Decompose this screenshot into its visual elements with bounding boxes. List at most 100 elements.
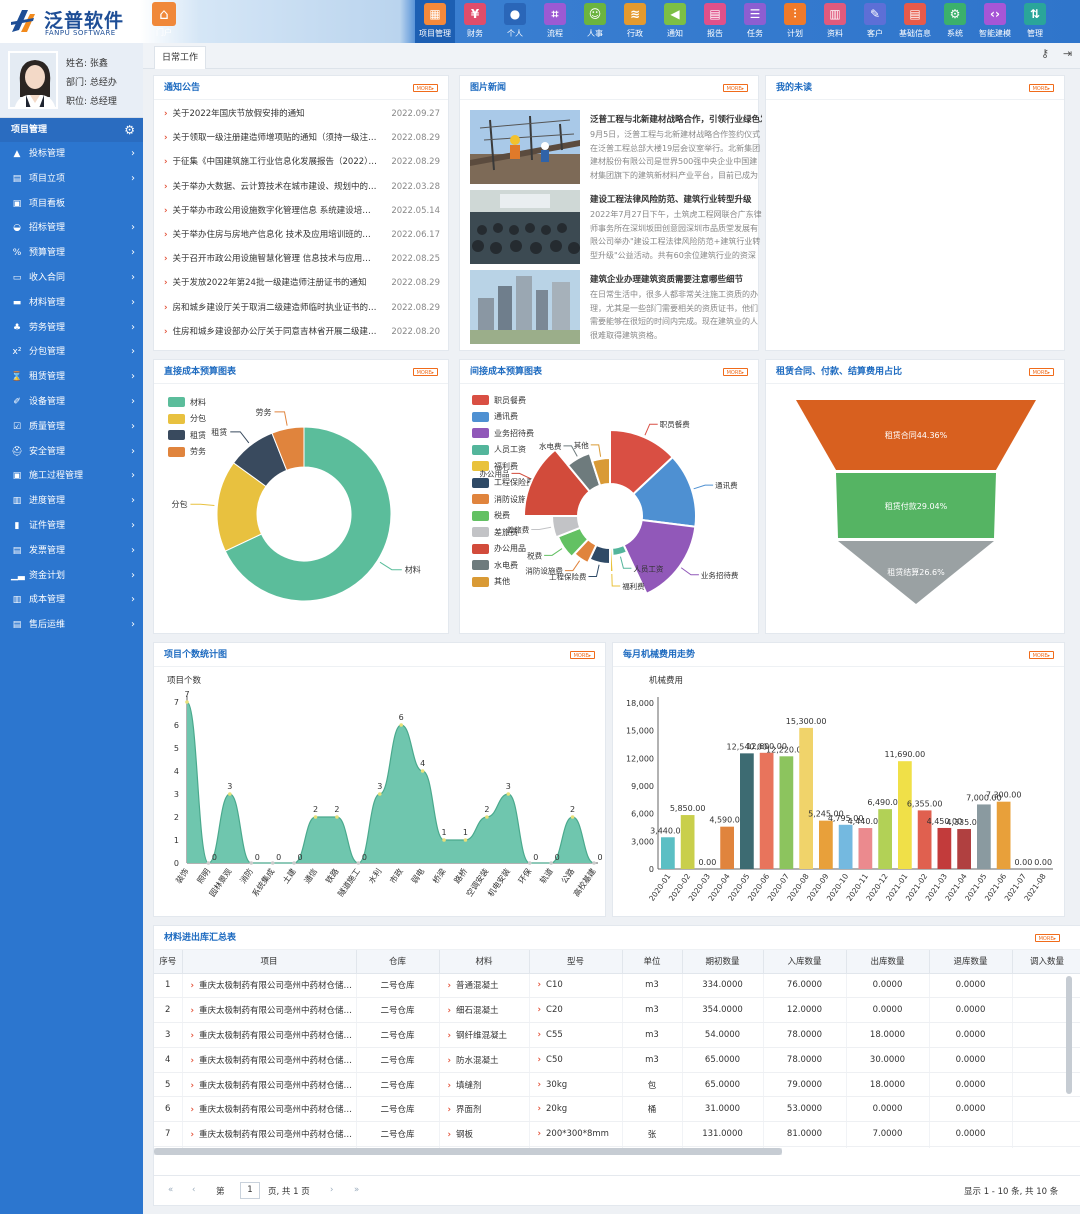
sidebar-item[interactable]: % 预算管理 › bbox=[0, 241, 143, 266]
nav-admin[interactable]: ≋ 行政 bbox=[615, 0, 655, 43]
column-header[interactable]: 入库数量 bbox=[763, 950, 847, 974]
sidebar-item[interactable]: ✐ 设备管理 › bbox=[0, 390, 143, 415]
more-button[interactable]: MORE▸ bbox=[1028, 651, 1054, 659]
leader-line bbox=[190, 503, 215, 507]
column-header[interactable]: 期初数量 bbox=[682, 950, 764, 974]
more-button[interactable]: MORE▸ bbox=[412, 84, 438, 92]
notice-item[interactable]: 关于领取一级注册建造师增项贴的通知（须持一级注册建造师证书） 2022.08.29 bbox=[164, 126, 440, 150]
sidebar-item[interactable]: ▤ 发票管理 › bbox=[0, 539, 143, 564]
home-portal-button[interactable]: ⌂ 门户 bbox=[150, 2, 178, 40]
key-icon[interactable]: ⚷ bbox=[1041, 47, 1049, 60]
nav-info[interactable]: ▤ 基础信息 bbox=[895, 0, 935, 43]
more-button[interactable]: MORE▸ bbox=[1034, 934, 1060, 942]
table-row[interactable]: 6重庆太极制药有限公司亳州中药材仓储物流二号仓库界面剂20kg桶31.00005… bbox=[154, 1096, 1080, 1123]
column-header[interactable]: 退库数量 bbox=[929, 950, 1013, 974]
more-button[interactable]: MORE▸ bbox=[569, 651, 595, 659]
tab-daily-work[interactable]: 日常工作 bbox=[154, 46, 207, 69]
sidebar-item[interactable]: ▣ 项目看板 bbox=[0, 192, 143, 217]
notice-date: 2022.08.25 bbox=[391, 254, 440, 265]
notice-item[interactable]: 关于举办住房与房地产信息化 技术及应用培训班的通知 2022.06.17 bbox=[164, 223, 440, 247]
nav-docs[interactable]: ▥ 资料 bbox=[815, 0, 855, 43]
sidebar-item[interactable]: ▭ 收入合同 › bbox=[0, 266, 143, 291]
sidebar-item[interactable]: ▤ 项目立项 › bbox=[0, 167, 143, 192]
gear-icon[interactable]: ⚙ bbox=[124, 118, 135, 142]
notice-item[interactable]: 关于召开市政公用设施智慧化管理 信息技术与应用研讨会 2022.08.25 bbox=[164, 247, 440, 271]
notice-item[interactable]: 于征集《中国建筑施工行业信息化发展报告（2022）》案例的通知 2022.08.2… bbox=[164, 150, 440, 174]
column-header[interactable]: 材料 bbox=[439, 950, 530, 974]
next-page-button[interactable]: › bbox=[330, 1185, 333, 1195]
nav-plan[interactable]: ⫶ 计划 bbox=[775, 0, 815, 43]
prev-page-button[interactable]: ‹ bbox=[192, 1185, 195, 1195]
column-header[interactable]: 单位 bbox=[622, 950, 683, 974]
nav-report[interactable]: ▤ 报告 bbox=[695, 0, 735, 43]
table-row[interactable]: 2重庆太极制药有限公司亳州中药材仓储物流二号仓库细石混凝土C20m3354.00… bbox=[154, 997, 1080, 1024]
indirect-cost-panel: 间接成本预算图表 MORE▸ 职员餐费 通讯费 业务招待费 人员工资 福利费 工程保险费 消防… bbox=[459, 359, 759, 634]
notice-item[interactable]: 关于举办大数据、云计算技术在城市建设、规划中的应用培训 2022.03.28 bbox=[164, 175, 440, 199]
notice-item[interactable]: 关于举办市政公用设施数字化管理信息 系统建设培训班的通知 2022.05.14 bbox=[164, 199, 440, 223]
nav-task[interactable]: ☰ 任务 bbox=[735, 0, 775, 43]
sidebar-item[interactable]: ▁▃ 资金计划 › bbox=[0, 564, 143, 589]
column-header[interactable]: 仓库 bbox=[356, 950, 440, 974]
sidebar-item[interactable]: ⌛ 租赁管理 › bbox=[0, 365, 143, 390]
logout-icon[interactable]: ⇥ bbox=[1063, 47, 1072, 60]
sidebar-item[interactable]: ▣ 施工过程管理 › bbox=[0, 464, 143, 489]
last-page-button[interactable]: » bbox=[354, 1185, 359, 1195]
table-row[interactable]: 5重庆太极制药有限公司亳州中药材仓储物流二号仓库填缝剂30kg包65.00007… bbox=[154, 1072, 1080, 1098]
more-button[interactable]: MORE▸ bbox=[412, 368, 438, 376]
nav-customer[interactable]: ✎ 客户 bbox=[855, 0, 895, 43]
nav-hr[interactable]: ☺ 人事 bbox=[575, 0, 615, 43]
notice-item[interactable]: 关于2022年国庆节放假安排的通知 2022.09.27 bbox=[164, 102, 440, 126]
sidebar-item[interactable]: ▲ 投标管理 › bbox=[0, 142, 143, 167]
bar-value-label: 0.00 bbox=[1014, 858, 1032, 867]
news-item[interactable]: 建设工程法律风险防范、建筑行业转型升级 2022年7月27日下午，土筑虎工程网联… bbox=[470, 190, 762, 264]
news-item[interactable]: 建筑企业办理建筑资质需要注意哪些细节 在日常生活中，很多人都非常关注施工资质的办… bbox=[470, 270, 760, 344]
table-row[interactable]: 3重庆太极制药有限公司亳州中药材仓储物流二号仓库钢纤维混凝土C55m354.00… bbox=[154, 1022, 1080, 1048]
nav-person[interactable]: ● 个人 bbox=[495, 0, 535, 43]
news-item[interactable]: 泛普工程与北新建材战略合作，引领行业绿色发展 9月5日，泛普工程与北新建材战略合… bbox=[470, 110, 762, 184]
profile-dept: 部门: 总经办 bbox=[66, 78, 117, 88]
sidebar-item-label: 租赁管理 bbox=[29, 372, 66, 383]
news-summary: 9月5日，泛普工程与北新建材战略合作签约仪式在泛普工程总部大楼19层会议室举行。… bbox=[590, 130, 761, 180]
more-button[interactable]: MORE▸ bbox=[1028, 368, 1054, 376]
sidebar-item[interactable]: ▤ 售后运维 › bbox=[0, 613, 143, 638]
more-button[interactable]: MORE▸ bbox=[722, 368, 748, 376]
horizontal-scrollbar[interactable] bbox=[154, 1148, 782, 1155]
notice-date: 2022.09.27 bbox=[391, 109, 440, 119]
vertical-scrollbar[interactable] bbox=[1066, 976, 1072, 1094]
sidebar-item[interactable]: ▮ 证件管理 › bbox=[0, 514, 143, 539]
nav-manage[interactable]: ⇅ 管理 bbox=[1015, 0, 1055, 43]
notice-item[interactable]: 关于发放2022年第24批一级建造师注册证书的通知 2022.08.29 bbox=[164, 271, 440, 295]
notice-item[interactable]: 住房和城乡建设部办公厅关于同意吉林省开展二级建造师电子证照 2022.08.20 bbox=[164, 320, 440, 344]
nav-grid[interactable]: ▦ 项目管理 bbox=[415, 0, 455, 43]
sidebar-item[interactable]: ♣ 劳务管理 › bbox=[0, 316, 143, 341]
first-page-button[interactable]: « bbox=[168, 1185, 173, 1195]
page-number-input[interactable]: 1 bbox=[240, 1182, 260, 1199]
table-row[interactable]: 7重庆太极制药有限公司亳州中药材仓储物流二号仓库钢板200*300*8mm张13… bbox=[154, 1121, 1080, 1148]
nav-model[interactable]: ‹› 智能建模 bbox=[975, 0, 1015, 43]
column-header[interactable]: 出库数量 bbox=[846, 950, 930, 974]
table-cell: 防水混凝土 bbox=[439, 1047, 530, 1073]
sidebar-item[interactable]: ▥ 进度管理 › bbox=[0, 489, 143, 514]
sidebar-item[interactable]: ⛑ 安全管理 › bbox=[0, 440, 143, 465]
nav-notice[interactable]: ◀ 通知 bbox=[655, 0, 695, 43]
sidebar-item[interactable]: ☑ 质量管理 › bbox=[0, 415, 143, 440]
column-header[interactable]: 调入数量 bbox=[1012, 950, 1080, 974]
table-row[interactable]: 4重庆太极制药有限公司亳州中药材仓储物流二号仓库防水混凝土C50m365.000… bbox=[154, 1047, 1080, 1073]
nav-flow[interactable]: ⌗ 流程 bbox=[535, 0, 575, 43]
nav-finance[interactable]: ¥ 财务 bbox=[455, 0, 495, 43]
column-header[interactable]: 序号 bbox=[154, 950, 183, 974]
sidebar-item[interactable]: ◒ 招标管理 › bbox=[0, 216, 143, 241]
more-button[interactable]: MORE▸ bbox=[722, 84, 748, 92]
sidebar-item[interactable]: x² 分包管理 › bbox=[0, 340, 143, 365]
chevron-right-icon: › bbox=[131, 395, 135, 407]
model-icon: ‹› bbox=[984, 3, 1006, 25]
nav-system[interactable]: ⚙ 系统 bbox=[935, 0, 975, 43]
sidebar-item[interactable]: ▥ 成本管理 › bbox=[0, 588, 143, 613]
sidebar-item[interactable]: ▬ 材料管理 › bbox=[0, 291, 143, 316]
nav-label: 行政 bbox=[627, 29, 643, 38]
notice-item[interactable]: 房和城乡建设厅关于取消二级建造师临时执业证书的通知 2022.08.29 bbox=[164, 296, 440, 320]
more-button[interactable]: MORE▸ bbox=[1028, 84, 1054, 92]
table-row[interactable]: 1重庆太极制药有限公司亳州中药材仓储物流二号仓库普通混凝土C10m3334.00… bbox=[154, 973, 1080, 999]
column-header[interactable]: 型号 bbox=[529, 950, 623, 974]
column-header[interactable]: 项目 bbox=[182, 950, 357, 974]
